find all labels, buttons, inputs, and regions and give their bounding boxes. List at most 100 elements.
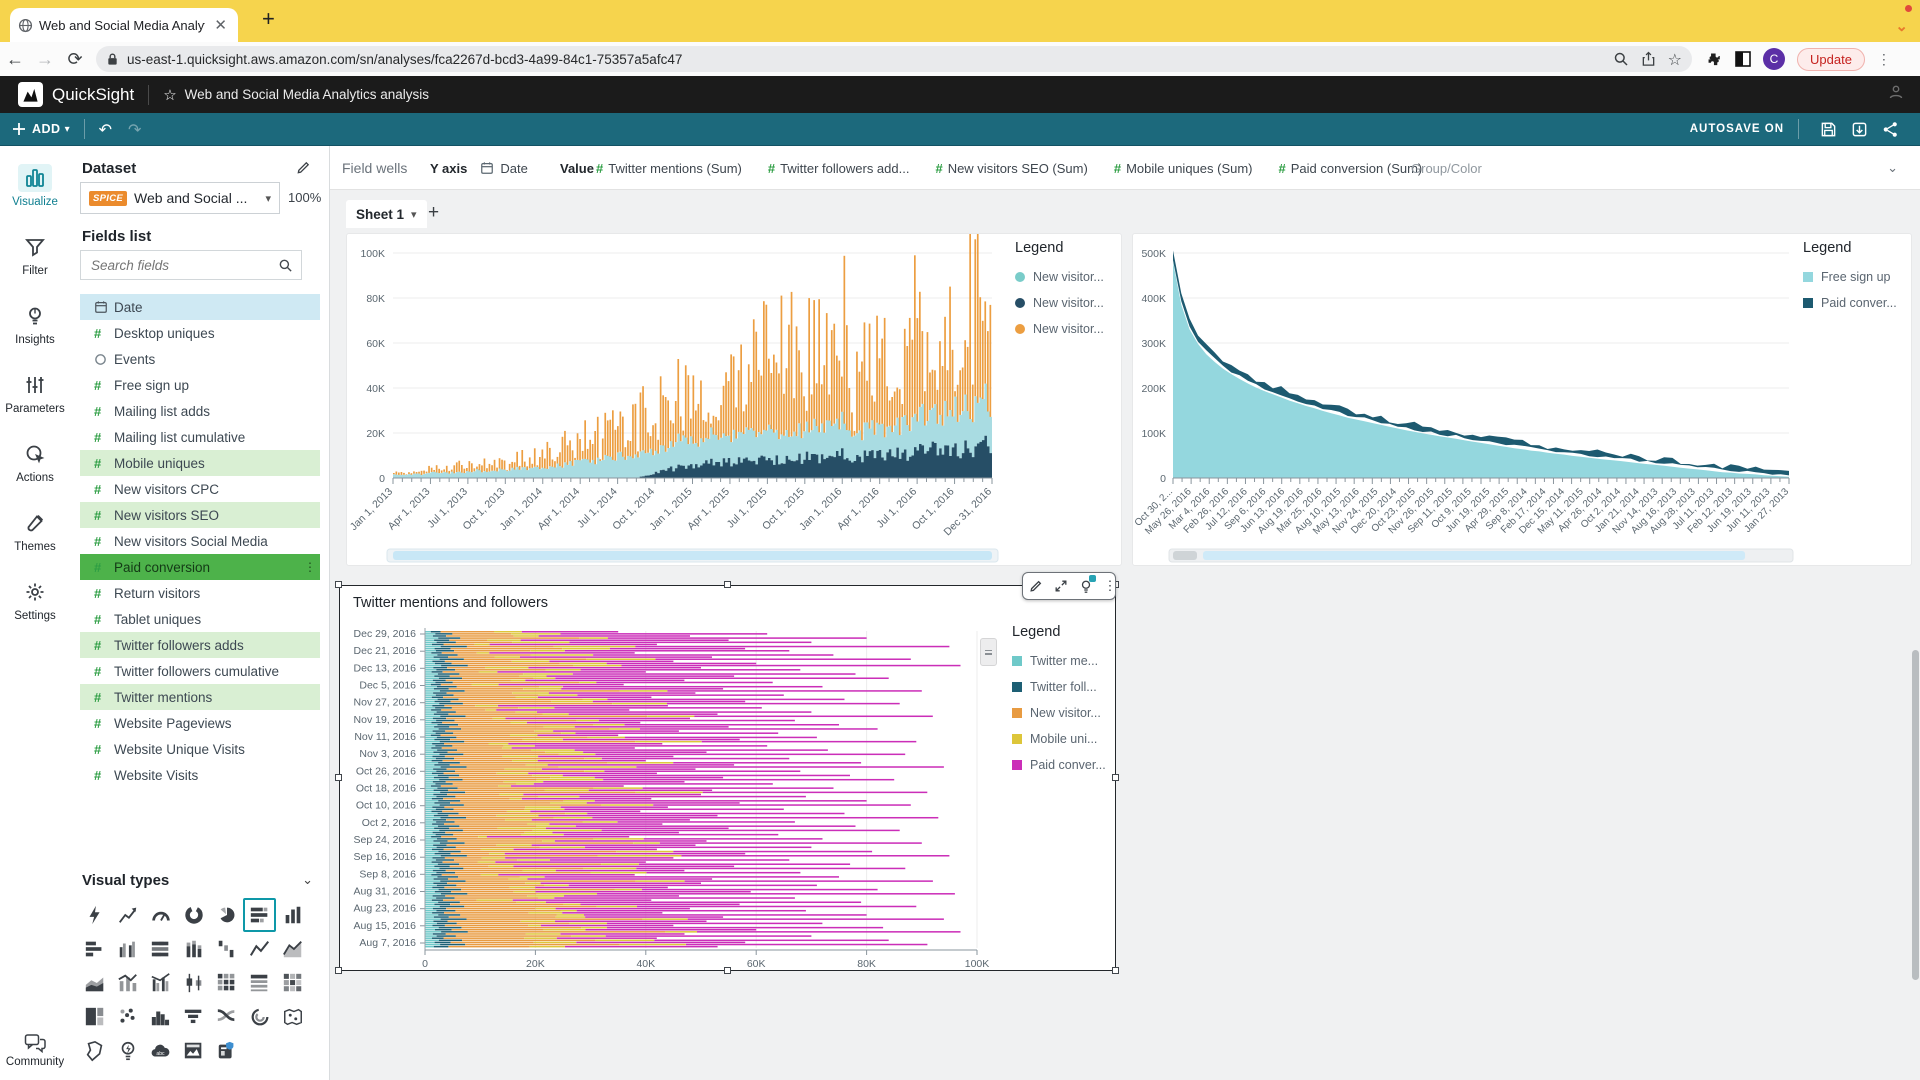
- forward-button[interactable]: →: [30, 49, 60, 70]
- extensions-puzzle-icon[interactable]: [1706, 51, 1723, 68]
- visual-type-combo-clustered[interactable]: [144, 966, 177, 1000]
- tab-close-icon[interactable]: ✕: [211, 16, 230, 34]
- visual-type-bar-horizontal-100[interactable]: [144, 932, 177, 966]
- new-tab-button[interactable]: +: [262, 6, 275, 32]
- visual-type-pivot-table[interactable]: [210, 966, 243, 1000]
- save-icon[interactable]: [1820, 121, 1837, 138]
- legend-item[interactable]: Twitter foll...: [1012, 680, 1122, 694]
- user-icon[interactable]: [1888, 84, 1904, 105]
- visual-type-insight[interactable]: [111, 1034, 144, 1068]
- visual-type-radial-chart[interactable]: [243, 1000, 276, 1034]
- field-item-date[interactable]: Date: [80, 294, 320, 320]
- sidebar-item-parameters[interactable]: Parameters: [5, 371, 64, 415]
- bookmark-star-icon[interactable]: ☆: [1668, 50, 1682, 69]
- favorite-star-icon[interactable]: ☆: [163, 86, 176, 104]
- visual-type-histogram[interactable]: [144, 1000, 177, 1034]
- browser-menu-icon[interactable]: ⋮: [1877, 57, 1891, 62]
- visual-type-auto-graph[interactable]: [78, 898, 111, 932]
- bar-chart-plot[interactable]: Dec 29, 2016Dec 21, 2016Dec 13, 2016Dec …: [340, 586, 1000, 972]
- visual-type-area-stacked[interactable]: [78, 966, 111, 1000]
- field-item-return-visitors[interactable]: # Return visitors: [80, 580, 320, 606]
- visual-type-gauge[interactable]: [144, 898, 177, 932]
- expand-visual-icon[interactable]: [1054, 579, 1068, 593]
- visual-resize-handle[interactable]: [335, 774, 342, 781]
- visual-type-word-cloud[interactable]: abc: [144, 1034, 177, 1068]
- y-axis-well[interactable]: Y axis Date: [430, 146, 528, 190]
- undo-button[interactable]: ↶: [99, 120, 112, 139]
- field-wells-collapse-icon[interactable]: ⌄: [1887, 160, 1898, 176]
- sidebar-item-settings[interactable]: Settings: [14, 578, 56, 622]
- visual-resize-handle[interactable]: [335, 967, 342, 974]
- value-well-field[interactable]: #Twitter mentions (Sum): [596, 161, 742, 176]
- visual-type-table[interactable]: [243, 966, 276, 1000]
- field-item-new-visitors-cpc[interactable]: # New visitors CPC: [80, 476, 320, 502]
- field-item-new-visitors-social-media[interactable]: # New visitors Social Media: [80, 528, 320, 554]
- legend-item[interactable]: New visitor...: [1012, 706, 1122, 720]
- field-item-desktop-uniques[interactable]: # Desktop uniques: [80, 320, 320, 346]
- legend-item[interactable]: Paid conver...: [1803, 296, 1913, 310]
- visual-types-collapse-icon[interactable]: ⌄: [302, 872, 313, 888]
- visual-resize-handle[interactable]: [724, 581, 731, 588]
- search-fields-input[interactable]: [89, 257, 278, 274]
- visual-type-scatter[interactable]: [111, 1000, 144, 1034]
- visual-resize-handle[interactable]: [335, 581, 342, 588]
- legend-item[interactable]: Twitter me...: [1012, 654, 1122, 668]
- visual-menu-kebab-icon[interactable]: ⋮: [1104, 584, 1110, 588]
- legend-item[interactable]: Mobile uni...: [1012, 732, 1122, 746]
- value-well-field[interactable]: #New visitors SEO (Sum): [935, 161, 1087, 176]
- legend-item[interactable]: New visitor...: [1015, 296, 1125, 310]
- edit-dataset-pencil-icon[interactable]: [296, 160, 311, 180]
- share-nodes-icon[interactable]: [1882, 121, 1899, 138]
- field-item-twitter-followers-adds[interactable]: # Twitter followers adds: [80, 632, 320, 658]
- visual-type-tree-map[interactable]: [78, 1000, 111, 1034]
- visual-type-custom-visual[interactable]: [210, 1034, 243, 1068]
- field-item-twitter-followers-cumulative[interactable]: # Twitter followers cumulative: [80, 658, 320, 684]
- add-sheet-button[interactable]: +: [428, 202, 439, 224]
- edit-visual-pencil-icon[interactable]: [1029, 579, 1043, 593]
- quicksight-logo[interactable]: [18, 82, 43, 107]
- visual-type-bar-waterfall[interactable]: [210, 932, 243, 966]
- field-item-mailing-list-cumulative[interactable]: # Mailing list cumulative: [80, 424, 320, 450]
- visual-type-points-map[interactable]: [276, 1000, 309, 1034]
- field-item-mobile-uniques[interactable]: # Mobile uniques: [80, 450, 320, 476]
- visual-free-signup-area-chart[interactable]: 500K400K300K200K100K0Oct 30, 2...May 26,…: [1132, 233, 1912, 566]
- tabbar-chevron-icon[interactable]: ⌄: [1895, 17, 1908, 35]
- visual-type-sankey[interactable]: [210, 1000, 243, 1034]
- export-icon[interactable]: [1851, 121, 1868, 138]
- visual-resize-handle[interactable]: [724, 967, 731, 974]
- field-item-new-visitors-seo[interactable]: # New visitors SEO: [80, 502, 320, 528]
- visual-type-pie[interactable]: [210, 898, 243, 932]
- visual-type-combo-bar-line[interactable]: [111, 966, 144, 1000]
- sidebar-item-community[interactable]: Community: [0, 1033, 70, 1068]
- legend-item[interactable]: Paid conver...: [1012, 758, 1122, 772]
- add-button[interactable]: ADD ▾: [12, 122, 70, 136]
- legend-resize-handle[interactable]: [980, 638, 997, 666]
- visual-type-bar-vertical-stacked[interactable]: [177, 932, 210, 966]
- field-item-website-unique-visits[interactable]: # Website Unique Visits: [80, 736, 320, 762]
- visual-resize-handle[interactable]: [1112, 774, 1119, 781]
- value-well-field[interactable]: #Paid conversion (Sum): [1279, 161, 1423, 176]
- field-item-tablet-uniques[interactable]: # Tablet uniques: [80, 606, 320, 632]
- visual-type-filled-map[interactable]: [78, 1034, 111, 1068]
- share-icon[interactable]: [1641, 51, 1656, 67]
- visual-type-image[interactable]: [177, 1034, 210, 1068]
- contrast-extension-icon[interactable]: [1735, 51, 1751, 67]
- visual-twitter-mentions-bar-chart[interactable]: Twitter mentions and followers Dec 29, 2…: [339, 585, 1116, 971]
- sidebar-item-insights[interactable]: Insights: [15, 302, 55, 346]
- field-menu-kebab-icon[interactable]: ⋮: [304, 560, 316, 574]
- product-name[interactable]: QuickSight: [52, 85, 134, 105]
- sidebar-item-actions[interactable]: Actions: [16, 440, 54, 484]
- area-chart-plot[interactable]: 100K80K60K40K20K0Jan 1, 2013Apr 1, 2013J…: [347, 234, 1007, 567]
- reload-button[interactable]: ⟳: [60, 49, 90, 70]
- sidebar-item-themes[interactable]: Themes: [14, 509, 56, 553]
- visual-type-line[interactable]: [243, 932, 276, 966]
- legend-item[interactable]: New visitor...: [1015, 270, 1125, 284]
- value-well-field[interactable]: #Mobile uniques (Sum): [1114, 161, 1253, 176]
- visual-type-funnel[interactable]: [177, 1000, 210, 1034]
- visual-new-visitors-area-chart[interactable]: 100K80K60K40K20K0Jan 1, 2013Apr 1, 2013J…: [346, 233, 1122, 566]
- chrome-update-button[interactable]: Update: [1797, 48, 1865, 71]
- field-item-website-visits[interactable]: # Website Visits: [80, 762, 320, 788]
- visual-type-box-plot[interactable]: [177, 966, 210, 1000]
- value-well-field[interactable]: #Twitter followers add...: [768, 161, 910, 176]
- group-color-well[interactable]: Group/Color: [1411, 161, 1482, 176]
